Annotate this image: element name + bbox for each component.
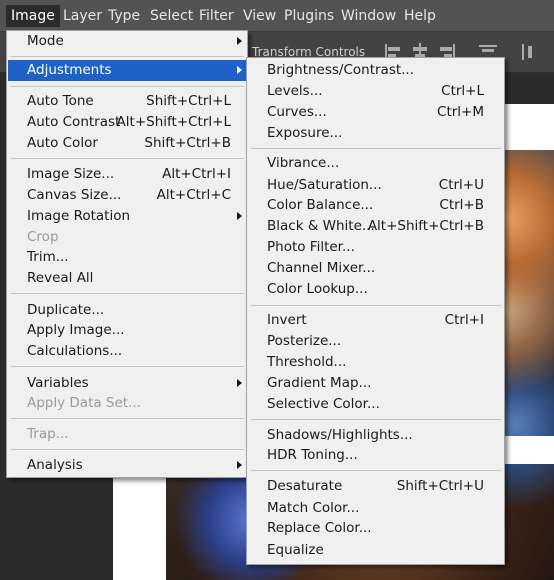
menu-separator: [10, 449, 244, 450]
menu-item-calculations[interactable]: Calculations...: [8, 341, 246, 362]
menu-separator: [250, 148, 501, 149]
menu-item-auto-contrast[interactable]: Auto Contrast Alt+Shift+Ctrl+L: [8, 112, 246, 133]
menu-item-hue-saturation[interactable]: Hue/Saturation... Ctrl+U: [248, 175, 503, 196]
menu-item-variables[interactable]: Variables: [8, 373, 246, 394]
menu-separator: [10, 56, 244, 57]
menu-item-crop: Crop: [27, 229, 59, 245]
menu-item-exposure[interactable]: Exposure...: [248, 123, 503, 144]
menu-separator: [10, 86, 244, 87]
menu-item-gradient-map[interactable]: Gradient Map...: [248, 373, 503, 394]
menu-separator: [10, 366, 244, 367]
menu-item-brightness-contrast[interactable]: Brightness/Contrast...: [248, 60, 503, 81]
menu-item-match-color[interactable]: Match Color...: [248, 498, 503, 519]
image-menu: Mode Adjustments Auto Tone Shift+Ctrl+L …: [6, 30, 248, 478]
menu-bar: Image Layer Type Select Filter View Plug…: [0, 0, 554, 32]
menu-separator: [10, 293, 244, 294]
menu-item-adjustments[interactable]: Adjustments: [8, 60, 246, 81]
menu-item-invert[interactable]: Invert Ctrl+I: [248, 310, 503, 331]
adjustments-submenu: Brightness/Contrast... Levels... Ctrl+L …: [246, 57, 505, 565]
submenu-arrow-icon: [237, 461, 242, 469]
menu-filter[interactable]: Filter: [194, 5, 239, 27]
submenu-arrow-icon: [237, 66, 242, 74]
menu-item-hdr-toning[interactable]: HDR Toning...: [248, 445, 503, 466]
menu-item-mode[interactable]: Mode: [8, 31, 246, 52]
menu-separator: [250, 419, 501, 420]
menu-item-image-rotation[interactable]: Image Rotation: [8, 206, 246, 227]
menu-separator: [10, 158, 244, 159]
menu-item-levels[interactable]: Levels... Ctrl+L: [248, 81, 503, 102]
menu-window[interactable]: Window: [336, 5, 401, 27]
menu-item-analysis[interactable]: Analysis: [8, 455, 246, 476]
menu-item-curves[interactable]: Curves... Ctrl+M: [248, 102, 503, 123]
menu-item-threshold[interactable]: Threshold...: [248, 352, 503, 373]
menu-plugins[interactable]: Plugins: [279, 5, 339, 27]
submenu-arrow-icon: [237, 37, 242, 45]
submenu-arrow-icon: [237, 379, 242, 387]
menu-item-shadows-highlights[interactable]: Shadows/Highlights...: [248, 425, 503, 446]
menu-item-color-lookup[interactable]: Color Lookup...: [248, 279, 503, 300]
menu-layer[interactable]: Layer: [58, 5, 107, 27]
menu-item-channel-mixer[interactable]: Channel Mixer...: [248, 258, 503, 279]
menu-select[interactable]: Select: [145, 5, 198, 27]
distribute-icon[interactable]: [520, 42, 540, 62]
menu-item-black-white[interactable]: Black & White... Alt+Shift+Ctrl+B: [248, 216, 503, 237]
menu-item-apply-data-set: Apply Data Set...: [27, 395, 141, 411]
menu-separator: [10, 418, 244, 419]
menu-item-vibrance[interactable]: Vibrance...: [248, 153, 503, 174]
menu-item-trim[interactable]: Trim...: [8, 247, 246, 268]
menu-view[interactable]: View: [238, 5, 281, 27]
menu-item-canvas-size[interactable]: Canvas Size... Alt+Ctrl+C: [8, 185, 246, 206]
menu-item-replace-color[interactable]: Replace Color...: [248, 518, 503, 539]
menu-item-auto-color[interactable]: Auto Color Shift+Ctrl+B: [8, 133, 246, 154]
menu-item-posterize[interactable]: Posterize...: [248, 331, 503, 352]
menu-help[interactable]: Help: [399, 5, 441, 27]
menu-image[interactable]: Image: [6, 5, 60, 27]
menu-item-trap: Trap...: [27, 426, 69, 442]
menu-item-auto-tone[interactable]: Auto Tone Shift+Ctrl+L: [8, 91, 246, 112]
menu-item-apply-image[interactable]: Apply Image...: [8, 320, 246, 341]
menu-item-color-balance[interactable]: Color Balance... Ctrl+B: [248, 195, 503, 216]
menu-item-reveal-all[interactable]: Reveal All: [8, 268, 246, 289]
menu-item-equalize[interactable]: Equalize: [248, 540, 503, 561]
menu-item-image-size[interactable]: Image Size... Alt+Ctrl+I: [8, 164, 246, 185]
menu-item-photo-filter[interactable]: Photo Filter...: [248, 237, 503, 258]
menu-item-duplicate[interactable]: Duplicate...: [8, 300, 246, 321]
menu-item-selective-color[interactable]: Selective Color...: [248, 394, 503, 415]
menu-item-desaturate[interactable]: Desaturate Shift+Ctrl+U: [248, 476, 503, 497]
menu-separator: [250, 305, 501, 306]
menu-separator: [250, 470, 501, 471]
menu-type[interactable]: Type: [103, 5, 145, 27]
submenu-arrow-icon: [237, 212, 242, 220]
